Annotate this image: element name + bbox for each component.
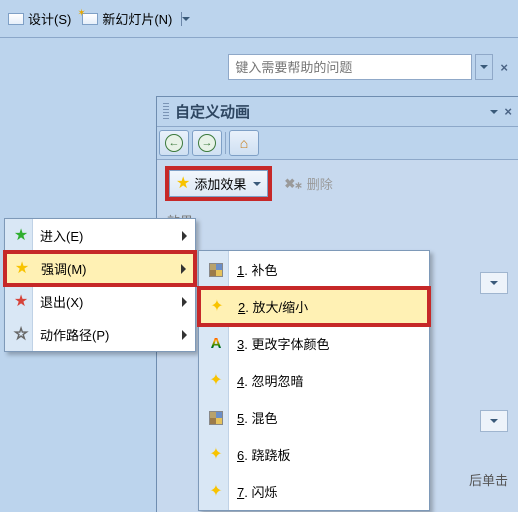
submenu-item-blink[interactable]: ✦ 7. 闪烁	[199, 473, 429, 510]
submenu-label: 2. 放大/缩小	[238, 297, 308, 316]
menu-label: 强调(M)	[41, 259, 87, 278]
menu-item-motion-path[interactable]: ☆ 动作路径(P)	[5, 318, 195, 351]
delete-icon: ✖⁎	[284, 176, 301, 192]
pane-nav: ← → ⌂	[157, 127, 518, 160]
submenu-item-teeter[interactable]: ✦ 6. 跷跷板	[199, 436, 429, 473]
delete-effect-button[interactable]: ✖⁎ 删除	[284, 174, 332, 193]
swatch-icon	[209, 263, 223, 277]
menu-label: 退出(X)	[40, 292, 83, 311]
nav-forward-button[interactable]: →	[192, 130, 222, 156]
start-combo[interactable]	[480, 272, 508, 294]
star-icon: ✦	[209, 447, 222, 463]
new-slide-label: 新幻灯片(N)	[102, 9, 172, 28]
star-icon: ★	[15, 261, 29, 277]
help-close-icon[interactable]: ×	[496, 60, 512, 75]
submenu-label: 7. 闪烁	[237, 482, 277, 501]
help-row: ×	[0, 38, 518, 88]
menu-item-emphasis[interactable]: ★ 强调(M)	[5, 252, 195, 285]
home-icon: ⌂	[240, 135, 248, 151]
pane-menu-button[interactable]	[490, 110, 498, 114]
swatch-icon	[209, 411, 223, 425]
star-icon: ☆	[14, 327, 28, 343]
top-toolbar: 设计(S) 新幻灯片(N)	[0, 0, 518, 38]
font-color-icon: A	[211, 335, 222, 352]
menu-label: 进入(E)	[40, 226, 83, 245]
pane-title: 自定义动画	[175, 101, 250, 122]
hint-text: 后单击	[469, 470, 508, 489]
menu-label: 动作路径(P)	[40, 325, 109, 344]
design-button[interactable]: 设计(S)	[4, 6, 75, 31]
star-icon: ★	[176, 176, 190, 192]
help-dropdown-button[interactable]	[475, 54, 493, 80]
submenu-label: 1. 补色	[237, 260, 277, 279]
submenu-item-blend-color[interactable]: 5. 混色	[199, 399, 429, 436]
star-icon: ★	[14, 294, 28, 310]
nav-home-button[interactable]: ⌂	[229, 130, 259, 156]
pane-close-icon[interactable]: ×	[504, 104, 512, 119]
submenu-arrow-icon	[182, 330, 187, 340]
delete-label: 删除	[307, 174, 333, 193]
star-icon: ★	[14, 228, 28, 244]
menu-item-entrance[interactable]: ★ 进入(E)	[5, 219, 195, 252]
submenu-item-grow-shrink[interactable]: ✦ 2. 放大/缩小	[199, 288, 429, 325]
add-effect-button[interactable]: ★ 添加效果	[165, 166, 272, 201]
design-icon	[8, 13, 24, 25]
submenu-item-change-font-color[interactable]: A 3. 更改字体颜色	[199, 325, 429, 362]
submenu-label: 3. 更改字体颜色	[237, 334, 329, 353]
chevron-down-icon	[253, 182, 261, 186]
star-icon: ✦	[210, 299, 223, 315]
pane-titlebar: 自定义动画 ×	[157, 97, 518, 127]
submenu-arrow-icon	[181, 264, 186, 274]
speed-combo[interactable]	[480, 410, 508, 432]
help-search-input[interactable]	[228, 54, 472, 80]
new-slide-icon	[82, 13, 98, 25]
grip-icon	[163, 103, 169, 121]
submenu-label: 4. 忽明忽暗	[237, 371, 303, 390]
nav-separator	[225, 132, 226, 154]
add-effect-label: 添加效果	[194, 174, 246, 193]
new-slide-button[interactable]: 新幻灯片(N)	[78, 6, 176, 31]
submenu-label: 6. 跷跷板	[237, 445, 290, 464]
submenu-item-complementary-color[interactable]: 1. 补色	[199, 251, 429, 288]
submenu-arrow-icon	[182, 297, 187, 307]
submenu-label: 5. 混色	[237, 408, 277, 427]
star-icon: ✦	[209, 484, 222, 500]
nav-back-button[interactable]: ←	[159, 130, 189, 156]
menu-item-exit[interactable]: ★ 退出(X)	[5, 285, 195, 318]
star-icon: ✦	[209, 373, 222, 389]
submenu-arrow-icon	[182, 231, 187, 241]
submenu-item-flicker[interactable]: ✦ 4. 忽明忽暗	[199, 362, 429, 399]
effect-category-menu: ★ 进入(E) ★ 强调(M) ★ 退出(X) ☆ 动作路径(P)	[4, 218, 196, 352]
emphasis-submenu: 1. 补色 ✦ 2. 放大/缩小 A 3. 更改字体颜色 ✦ 4. 忽明忽暗 5…	[198, 250, 430, 511]
toolbar-overflow-button[interactable]	[181, 12, 190, 26]
modify-effect-label: 效果	[157, 207, 518, 234]
design-label: 设计(S)	[28, 9, 71, 28]
